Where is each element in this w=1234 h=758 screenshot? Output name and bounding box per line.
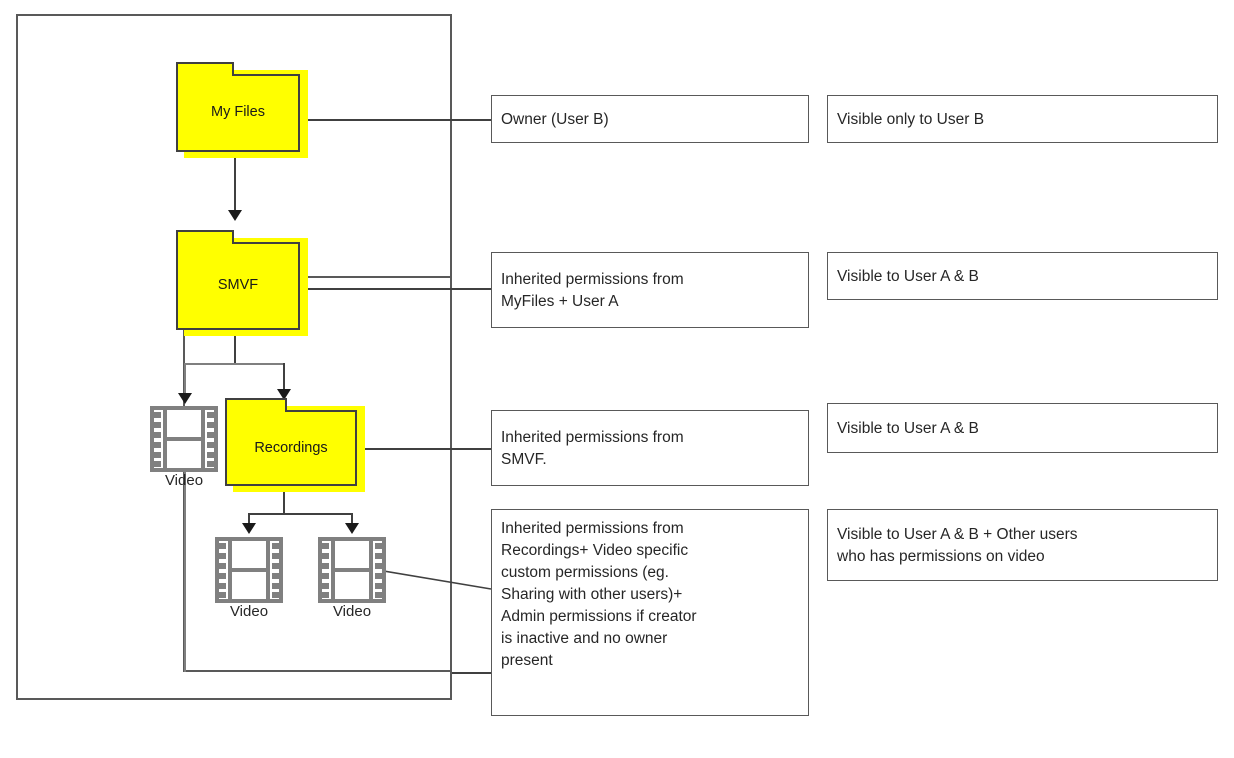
diagram-canvas: My Files SMVF Recordings Video Video Vid… <box>0 0 1234 758</box>
arrow-recordings-to-video2 <box>242 523 256 534</box>
callout-visibility-smvf: Visible to User A & B <box>827 252 1218 300</box>
arrow-smvf-to-video1 <box>178 393 192 404</box>
film-icon <box>215 537 283 603</box>
connector-branch-left-drop <box>184 363 186 395</box>
film-icon <box>150 406 218 472</box>
connector-branch-right-drop <box>283 363 285 391</box>
callout-visibility-video: Visible to User A & B + Other users who … <box>827 509 1218 581</box>
folder-label-my-files: My Files <box>211 104 265 120</box>
folder-label-recordings: Recordings <box>254 440 328 456</box>
callout-permissions-video: Inherited permissions from Recordings+ V… <box>491 509 809 716</box>
folder-my-files[interactable]: My Files <box>176 62 308 158</box>
callout-permissions-smvf: Inherited permissions from MyFiles + Use… <box>491 252 809 328</box>
callout-permissions-owner: Owner (User B) <box>491 95 809 143</box>
file-label-video-3: Video <box>332 603 372 620</box>
connector-video1-tail <box>184 472 186 672</box>
leader-myfiles-to-owner-callout <box>303 119 491 121</box>
file-label-video-2: Video <box>229 603 269 620</box>
folder-tab-seam <box>178 241 232 245</box>
film-icon <box>318 537 386 603</box>
file-video-3[interactable]: Video <box>318 537 386 620</box>
leader-innerrect-to-video-callout <box>452 672 491 674</box>
folder-recordings[interactable]: Recordings <box>225 398 365 494</box>
folder-tab-seam <box>178 73 232 77</box>
callout-permissions-recordings: Inherited permissions from SMVF. <box>491 410 809 486</box>
connector-recordings-bus <box>248 513 352 515</box>
connector-myfiles-to-smvf <box>234 152 236 212</box>
arrow-myfiles-to-smvf <box>228 210 242 221</box>
arrow-recordings-to-video3 <box>345 523 359 534</box>
callout-visibility-recordings: Visible to User A & B <box>827 403 1218 453</box>
leader-smvf-to-callout <box>303 288 491 290</box>
connector-branch-bus <box>184 363 284 365</box>
folder-smvf[interactable]: SMVF <box>176 230 308 338</box>
file-video-1[interactable]: Video <box>150 406 218 489</box>
file-label-video-1: Video <box>164 472 204 489</box>
file-video-2[interactable]: Video <box>215 537 283 620</box>
folder-label-smvf: SMVF <box>217 277 259 293</box>
leader-recordings-to-callout <box>352 448 491 450</box>
folder-tab-seam <box>227 409 285 413</box>
callout-visibility-owner: Visible only to User B <box>827 95 1218 143</box>
